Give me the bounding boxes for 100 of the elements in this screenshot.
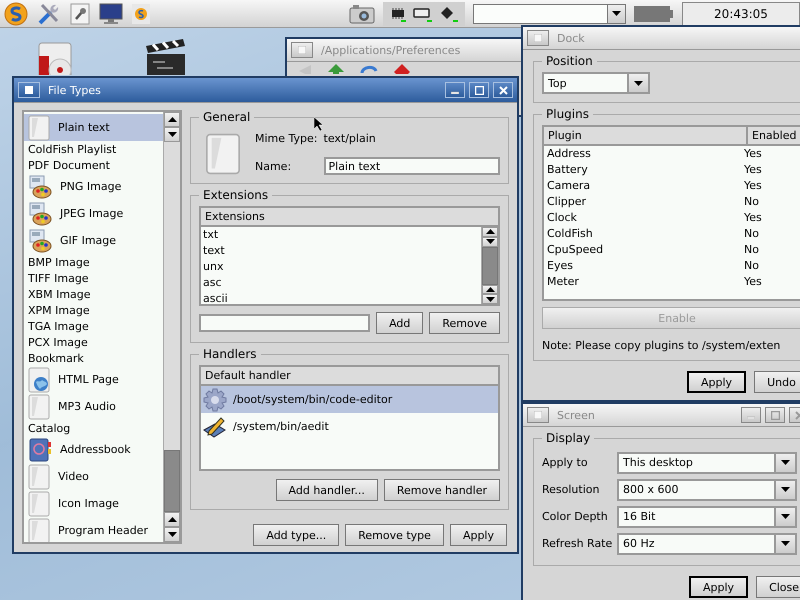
scroll-down-button[interactable] [482,236,498,246]
window-title: File Types [48,84,101,96]
clock: 20:43:05 [682,2,800,26]
button[interactable]: Remove type [345,524,444,546]
list-item[interactable]: HTML Page [24,366,163,393]
table-cell[interactable]: ascii [201,291,481,304]
dropdown[interactable]: 16 Bit [617,506,797,528]
scroll-thumb[interactable] [482,246,498,284]
handler-row[interactable]: /boot/system/bin/code-editor [201,386,498,413]
button[interactable]: Remove [429,312,500,334]
button[interactable]: Close [756,576,800,598]
button[interactable]: Undo [754,371,800,393]
maximize-icon [474,86,484,94]
document-icon [205,132,241,174]
minimize-button[interactable] [445,82,465,98]
tools-icon[interactable] [37,2,61,26]
down-arrow-icon [634,80,643,86]
dropdown[interactable]: This desktop [617,452,797,474]
window-menu-button[interactable] [18,82,40,98]
button[interactable]: Add [376,312,424,334]
list-item[interactable]: Plain text [24,114,163,141]
table-cell: No [744,242,759,258]
close-button[interactable] [493,82,513,98]
table-cell[interactable]: unx [201,259,481,275]
maximize-button[interactable] [469,82,489,98]
field-label: Mime Type: [255,132,318,145]
window-menu-button[interactable] [527,407,549,423]
scroll-down-button[interactable] [164,527,180,542]
minimize-button[interactable] [741,407,761,423]
item-label: TGA Image [28,320,89,332]
extension-input-field[interactable] [199,314,370,332]
window-menu-button[interactable] [527,30,549,46]
settings-page-icon[interactable] [70,2,90,24]
document-icon [28,114,50,140]
list-item[interactable]: PDF Document [24,157,163,173]
maximize-button[interactable] [765,407,785,423]
list-item[interactable]: PCX Image [24,334,163,350]
list-item[interactable]: Bookmark [24,350,163,366]
list-item[interactable]: BMP Image [24,254,163,270]
button[interactable]: Add handler... [276,479,378,501]
column-header[interactable]: Enabled [746,127,800,144]
scroll-up-button[interactable] [482,227,498,237]
button[interactable]: Remove handler [384,479,500,501]
list-item[interactable]: Catalog [24,420,163,436]
scroll-up-button[interactable] [164,112,180,127]
list-item[interactable]: MP3 Audio [24,393,163,420]
column-header[interactable]: Plugin [544,127,746,144]
list-item[interactable]: XPM Image [24,302,163,318]
list-item[interactable]: Addressbook [24,436,163,463]
table-cell: No [744,194,759,210]
scroll-down-button[interactable] [482,294,498,304]
list-item[interactable]: GIF Image [24,227,163,254]
window-title: Dock [557,32,585,44]
column-header[interactable]: Default handler [201,367,498,384]
drive-icon[interactable] [413,6,433,22]
button[interactable]: Apply [687,371,746,393]
name-field[interactable]: Plain text [324,157,500,175]
list-item[interactable]: TIFF Image [24,270,163,286]
window-menu-button[interactable] [291,42,313,58]
dropdown-button[interactable] [607,4,625,22]
list-item[interactable]: Program Header [24,517,163,542]
close-icon [498,86,508,94]
list-item[interactable]: Icon Image [24,490,163,517]
refresh-icon[interactable] [359,63,379,74]
item-label: HTML Page [58,373,119,386]
s-logo-icon[interactable] [4,2,28,26]
group-title: General [202,110,252,124]
list-item[interactable]: PNG Image [24,173,163,200]
scroll-down-button[interactable] [164,127,180,142]
table-cell[interactable]: asc [201,275,481,291]
address-field[interactable] [473,4,626,24]
list-item[interactable]: JPEG Image [24,200,163,227]
item-label: GIF Image [60,234,116,247]
list-item[interactable]: ColdFish Playlist [24,141,163,157]
down-arrow-icon [486,239,494,244]
position-dropdown[interactable]: Top [542,72,650,94]
scrollbar[interactable] [163,112,180,542]
window-title: Screen [557,408,595,422]
app-icon[interactable] [132,4,150,24]
list-item[interactable]: XBM Image [24,286,163,302]
table-cell[interactable]: txt [201,227,481,243]
dropdown[interactable]: 800 x 600 [617,478,797,500]
column-header[interactable]: Extensions [201,208,498,225]
cpu-chip-icon[interactable] [389,6,407,22]
camera-icon[interactable] [349,4,375,24]
button[interactable]: Apply [450,524,507,546]
up-arrow-icon [168,517,176,522]
list-item[interactable]: TGA Image [24,318,163,334]
list-item[interactable]: Video [24,463,163,490]
scroll-up-button[interactable] [164,512,180,527]
memory-chip-icon[interactable] [439,6,459,22]
dropdown[interactable]: 60 Hz [617,532,797,554]
handler-row[interactable]: /system/bin/aedit [201,413,498,440]
button[interactable]: Apply [689,576,748,598]
table-cell[interactable]: text [201,243,481,259]
monitor-icon[interactable] [99,2,123,24]
button[interactable]: Add type... [253,524,340,546]
scroll-up-button[interactable] [482,284,498,294]
scroll-thumb[interactable] [164,450,180,512]
scrollbar[interactable] [481,227,498,304]
